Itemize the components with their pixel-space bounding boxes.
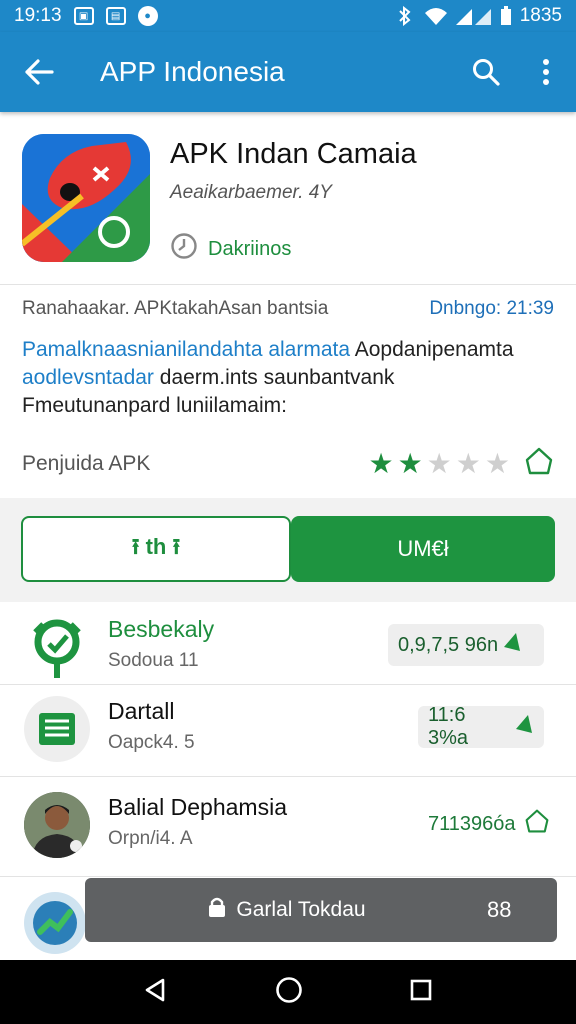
app-logo-icon[interactable] xyxy=(22,134,150,262)
list-item-value-text: 0,9,7,5 96n xyxy=(398,633,499,656)
nav-recents-icon[interactable] xyxy=(409,978,433,1007)
list-item[interactable]: Besbekaly Sodoua 11 0,9,7,5 96n xyxy=(0,602,576,696)
description-text: daerm.ints saunbantvank xyxy=(153,366,395,389)
nav-back-icon[interactable] xyxy=(143,977,169,1008)
description-link[interactable]: Pamalknaasnianilandahta alarmata xyxy=(22,338,350,361)
nav-home-icon[interactable] xyxy=(275,976,303,1009)
status-time: 19:13 xyxy=(14,5,62,26)
list-item[interactable]: Dartall Oapck4. 5 11:6 3%a xyxy=(0,684,576,778)
meta-row: Ranahaakar. APKtakahAsan bantsia Dnbngo:… xyxy=(22,298,554,320)
list-item-value-text: 11:6 3%a xyxy=(428,704,469,749)
star-icon[interactable]: ★ xyxy=(398,449,423,478)
snackbar-count[interactable]: 88 xyxy=(487,897,557,923)
description: Pamalknaasnianilandahta alarmata Aopdani… xyxy=(22,336,562,420)
divider xyxy=(0,284,576,285)
rating-label: Penjuida APK xyxy=(22,451,151,475)
list-item-subtitle: Oapck4. 5 xyxy=(108,732,195,753)
snackbar: Garlal Tokdau 88 xyxy=(85,878,557,942)
star-icon[interactable]: ★ xyxy=(427,449,452,478)
status-right-text: 1835 xyxy=(519,5,562,26)
document-icon xyxy=(24,696,90,762)
location-pin-icon xyxy=(24,614,90,680)
star-icon[interactable]: ★ xyxy=(456,449,481,478)
divider xyxy=(0,876,576,877)
description-link[interactable]: aodlevsntadar xyxy=(22,366,154,389)
screen: 19:13 ▣ ▤ ● 1835 APP Indonesia APK Indan… xyxy=(0,0,576,1024)
bookmark-icon[interactable] xyxy=(524,446,554,481)
meta-date: Dnbngo: 21:39 xyxy=(429,298,554,319)
trend-chart-icon[interactable] xyxy=(24,892,86,954)
share-button-label: ⭱ th ⭱ xyxy=(131,534,181,559)
share-button[interactable]: ⭱ th ⭱ xyxy=(21,516,291,582)
app-bar-title: APP Indonesia xyxy=(100,56,285,87)
app-name: APK Indan Camaia xyxy=(170,138,417,170)
app-bar: APP Indonesia xyxy=(0,32,576,112)
star-rating[interactable]: ★ ★ ★ ★ ★ xyxy=(368,449,510,478)
list-item-title: Balial Dephamsia xyxy=(108,794,287,820)
list-item-subtitle: Orpn/i4. A xyxy=(108,828,193,849)
meta-info: Ranahaakar. APKtakahAsan bantsia xyxy=(22,298,329,319)
status-bar: 19:13 ▣ ▤ ● 1835 xyxy=(0,0,576,32)
signal-icon xyxy=(455,6,492,26)
description-text: Aopdanipenamta xyxy=(350,338,514,361)
lock-icon xyxy=(206,896,228,924)
list-item-value: 711396óa xyxy=(428,808,550,840)
list-item[interactable]: Balial Dephamsia Orpn/i4. A 711396óa xyxy=(0,780,576,874)
list-item-value: 11:6 3%a xyxy=(418,704,544,749)
list-item-value: 0,9,7,5 96n xyxy=(388,624,544,666)
primary-button-label: UM€ł xyxy=(397,536,449,561)
clock-icon xyxy=(170,232,198,266)
wifi-icon xyxy=(424,6,448,26)
overflow-menu-icon[interactable] xyxy=(516,32,576,112)
avatar xyxy=(24,792,90,858)
notification-dot-icon: ● xyxy=(137,6,158,26)
trend-up-icon xyxy=(502,631,522,659)
app-developer[interactable]: Aeaikarbaemer. 4Y xyxy=(170,182,332,204)
star-icon[interactable]: ★ xyxy=(485,449,510,478)
app-tag-label: Dakriinos xyxy=(208,237,292,260)
snackbar-message: Garlal Tokdau xyxy=(236,898,366,921)
app-header: APK Indan Camaia Aeaikarbaemer. 4Y Dakri… xyxy=(0,112,576,284)
list-item-title: Besbekaly xyxy=(108,616,215,642)
list-item-subtitle: Sodoua 11 xyxy=(108,650,199,671)
rating-row: Penjuida APK ★ ★ ★ ★ ★ xyxy=(22,446,554,481)
description-text: Fmeutunanpard luniilamaim: xyxy=(22,394,287,417)
app-tag: Dakriinos xyxy=(170,232,291,266)
bookmark-icon[interactable] xyxy=(524,808,550,840)
image-icon: ▤ xyxy=(105,7,126,25)
list-item-value-text: 711396óa xyxy=(428,812,516,835)
photo-icon: ▣ xyxy=(73,7,94,25)
search-icon[interactable] xyxy=(456,32,516,112)
navigation-bar xyxy=(0,960,576,1024)
primary-button[interactable]: UM€ł xyxy=(291,516,555,582)
list-item-title: Dartall xyxy=(108,698,175,724)
trend-up-icon xyxy=(514,713,534,741)
divider xyxy=(0,776,576,777)
star-icon[interactable]: ★ xyxy=(368,449,393,478)
bluetooth-icon xyxy=(394,6,416,26)
back-arrow-icon[interactable] xyxy=(0,32,78,112)
battery-icon xyxy=(500,6,512,26)
